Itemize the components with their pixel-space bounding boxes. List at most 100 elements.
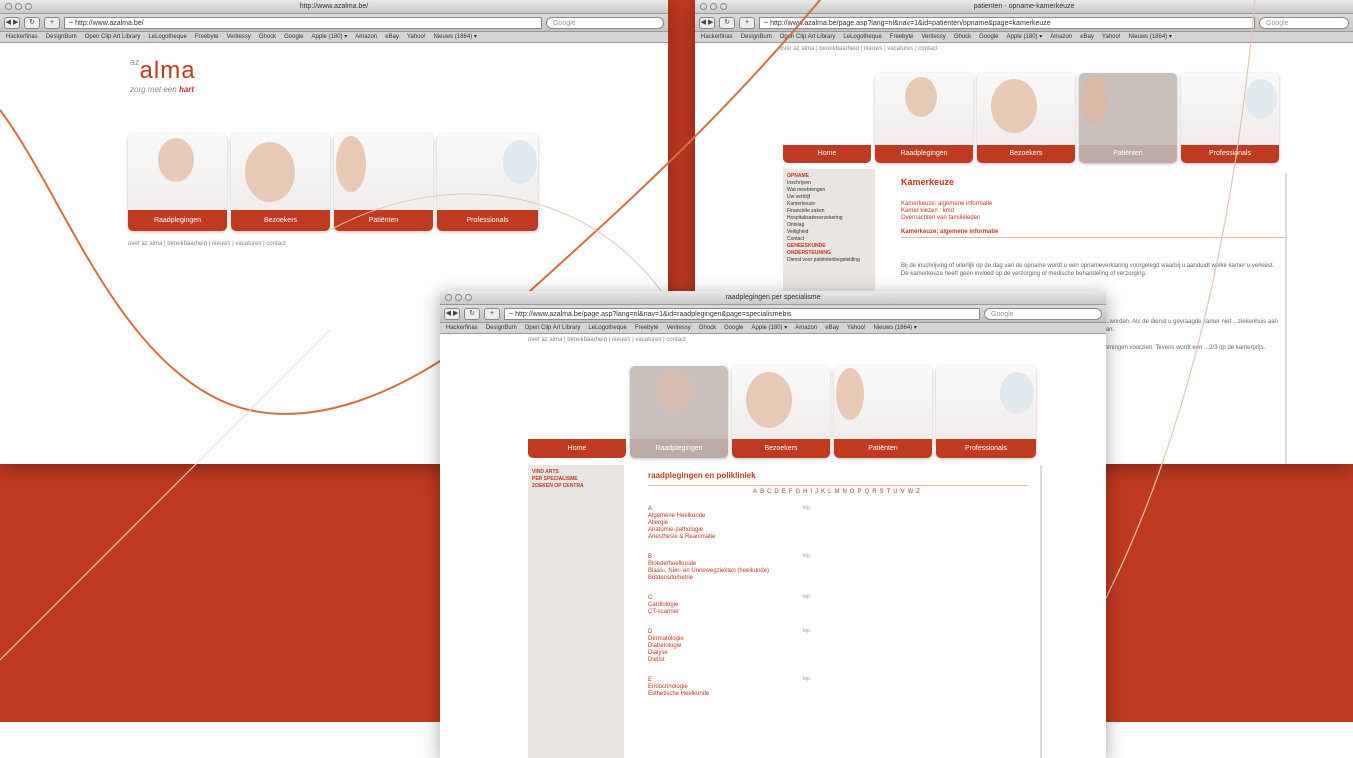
bookmark-item[interactable]: Nieuws (1864) ▾ [874,325,917,331]
bookmark-item[interactable]: Freebyte [635,325,659,331]
sidebar-item[interactable]: PER SPECIALISME [528,476,624,483]
bookmark-item[interactable]: Veritessy [666,325,690,331]
bookmark-item[interactable]: Open Clip Art Library [780,34,836,40]
bookmark-item[interactable]: DesignBum [46,34,77,40]
window-controls[interactable] [700,3,727,10]
specialism-link[interactable]: Cardiologie [648,602,818,609]
alphabet-letter-link[interactable]: S [880,489,887,495]
add-bookmark-icon[interactable]: + [484,307,500,320]
bookmark-item[interactable]: Hackerfinas [701,34,733,40]
sidebar-item[interactable]: Dienst voor patiëntenbegeleiding [783,257,875,264]
alphabet-letter-link[interactable]: O [850,489,858,495]
bookmark-item[interactable]: DesignBum [486,325,517,331]
bookmark-item[interactable]: Ghock [954,34,971,40]
bookmark-item[interactable]: Amazon [795,325,817,331]
alphabet-letter-link[interactable]: P [858,489,865,495]
tab-professionals[interactable]: Professionals [1181,73,1279,163]
bookmark-item[interactable]: Google [284,34,303,40]
tab-bezoekers[interactable]: Bezoekers [732,366,830,458]
bookmark-item[interactable]: Yahoo! [847,325,866,331]
back-forward-icon[interactable]: ◀ ▶ [4,16,20,29]
bookmark-item[interactable]: Apple (180) ▾ [312,34,348,40]
bookmark-item[interactable]: Yahoo! [407,34,426,40]
bookmark-item[interactable]: Google [724,325,743,331]
specialism-link[interactable]: Anesthesie & Reanimatie [648,534,818,541]
alphabet-letter-link[interactable]: V [901,489,908,495]
sidebar-item[interactable]: Ontslag [783,222,875,229]
bookmark-item[interactable]: Yahoo! [1102,34,1121,40]
bookmark-item[interactable]: Amazon [355,34,377,40]
search-field[interactable]: Google [546,16,664,29]
sidebar-item[interactable]: VIND ARTS [528,469,624,476]
back-to-top-link[interactable]: top [803,505,810,511]
bookmark-item[interactable]: Amazon [1050,34,1072,40]
bookmark-item[interactable]: Open Clip Art Library [525,325,581,331]
back-forward-icon[interactable]: ◀ ▶ [699,16,715,29]
sidebar-item[interactable]: Wat meebrengen [783,187,875,194]
anchor-link[interactable]: Overnachten van familieleden [901,215,1285,221]
bookmark-item[interactable]: Freebyte [195,34,219,40]
search-field[interactable]: Google [984,307,1102,320]
tile-patienten[interactable]: Patiënten [334,134,433,231]
reload-icon[interactable]: ↻ [719,16,735,29]
specialism-link[interactable]: Endocrinologie [648,684,818,691]
sidebar-item[interactable]: Uw verblijf [783,194,875,201]
specialism-link[interactable]: Dermatologie [648,636,818,643]
anchor-link[interactable]: Kamer kiezen : kmd [901,208,1285,214]
sidebar-item[interactable]: Financiële zaken [783,208,875,215]
bookmark-item[interactable]: Ghock [259,34,276,40]
tile-professionals[interactable]: Professionals [437,134,538,231]
sidebar-item[interactable]: Veiligheid [783,229,875,236]
tab-professionals[interactable]: Professionals [936,366,1036,458]
tab-home[interactable]: Home [783,73,871,163]
tab-home[interactable]: Home [528,366,626,458]
bookmark-item[interactable]: eBay [1080,34,1094,40]
sidebar-item[interactable]: ONDERSTEUNING [783,250,875,257]
search-field[interactable]: Google [1259,16,1349,29]
tab-raadplegingen[interactable]: Raadplegingen [875,73,973,163]
specialism-link[interactable]: Esthetische Heelkunde [648,691,818,698]
bookmark-item[interactable]: Hackerfinas [6,34,38,40]
bookmark-item[interactable]: Google [979,34,998,40]
window-controls[interactable] [5,3,32,10]
bookmark-item[interactable]: Nieuws (1864) ▾ [1129,34,1172,40]
add-bookmark-icon[interactable]: + [739,16,755,29]
bookmark-item[interactable]: Hackerfinas [446,325,478,331]
bookmark-item[interactable]: Apple (180) ▾ [1007,34,1043,40]
tab-raadplegingen-active[interactable]: Raadplegingen [630,366,728,458]
specialism-link[interactable]: Allergie [648,520,818,527]
alphabet-letter-link[interactable]: A [753,489,760,495]
tile-bezoekers[interactable]: Bezoekers [231,134,330,231]
site-logo[interactable]: azalma zorg met een hart [130,57,196,94]
top-links[interactable]: over az alma | bereikbaarheid | nieuws |… [780,46,938,52]
sidebar-item[interactable]: GENEESKUNDE [783,243,875,250]
sidebar-item[interactable]: Contact [783,236,875,243]
specialism-link[interactable]: Blaas-, Nier- en Urinewegziekten (heelku… [648,568,818,575]
bookmark-item[interactable]: Open Clip Art Library [85,34,141,40]
alphabet-letter-link[interactable]: N [843,489,850,495]
specialism-link[interactable]: Botdensitometrie [648,575,818,582]
alphabet-letter-link[interactable]: U [893,489,900,495]
alphabet-letter-link[interactable]: Z [916,489,923,495]
alphabet-letter-link[interactable]: W [908,489,917,495]
bookmark-item[interactable]: Veritessy [226,34,250,40]
bookmark-item[interactable]: LeLogotheque [148,34,186,40]
tab-bezoekers[interactable]: Bezoekers [977,73,1075,163]
sidebar-item[interactable]: Inschrijven [783,180,875,187]
specialism-link[interactable]: CT-scanner [648,609,818,616]
specialism-link[interactable]: Anatomie-pathologie [648,527,818,534]
bookmark-item[interactable]: Ghock [699,325,716,331]
window-controls[interactable] [445,294,472,301]
tab-patienten[interactable]: Patiënten [834,366,932,458]
sidebar-item[interactable]: ZOEKEN OP CENTRA [528,483,624,490]
back-to-top-link[interactable]: top [803,594,810,600]
address-bar[interactable]: ~ http://www.azalma.be/page.asp?lang=nl&n… [759,16,1255,29]
back-to-top-link[interactable]: top [803,676,810,682]
bookmark-item[interactable]: Nieuws (1864) ▾ [434,34,477,40]
add-bookmark-icon[interactable]: + [44,16,60,29]
bookmark-item[interactable]: eBay [385,34,399,40]
bookmark-item[interactable]: eBay [825,325,839,331]
alphabet-letter-link[interactable]: D [774,489,781,495]
back-to-top-link[interactable]: top [803,553,810,559]
bookmark-item[interactable]: DesignBum [741,34,772,40]
